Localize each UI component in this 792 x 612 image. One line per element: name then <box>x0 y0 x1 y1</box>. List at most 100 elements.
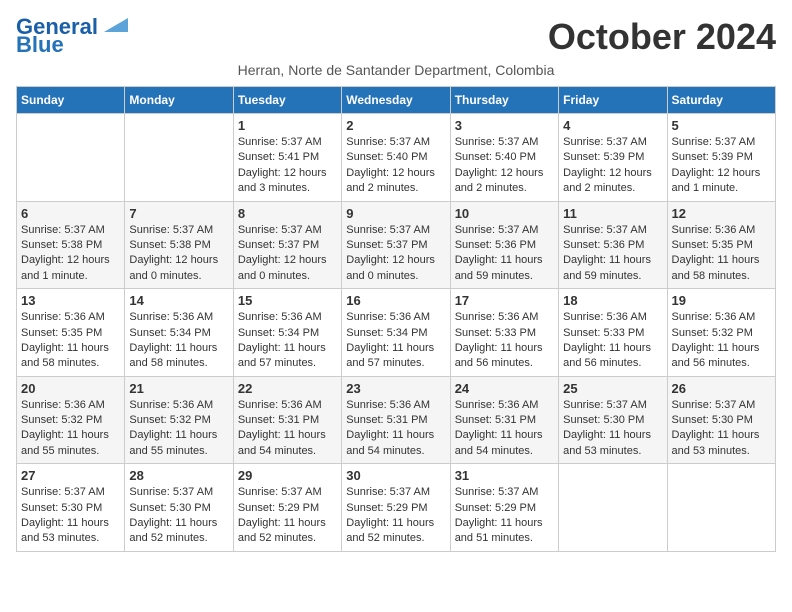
calendar-cell: 22 Sunrise: 5:36 AM Sunset: 5:31 PM Dayli… <box>233 376 341 464</box>
month-title: October 2024 <box>548 16 776 58</box>
day-number: 18 <box>563 293 662 308</box>
day-number: 4 <box>563 118 662 133</box>
day-number: 9 <box>346 206 445 221</box>
calendar-cell <box>559 464 667 552</box>
day-info: Sunrise: 5:37 AM Sunset: 5:37 PM Dayligh… <box>238 223 337 285</box>
calendar-cell: 28Sunrise: 5:37 AM Sunset: 5:30 PM Dayli… <box>125 464 233 552</box>
day-number: 2 <box>346 118 445 133</box>
day-number: 19 <box>672 293 771 308</box>
day-number: 22 <box>238 381 337 396</box>
calendar-cell <box>17 114 125 202</box>
day-info: Sunrise: 5:37 AM Sunset: 5:29 PM Dayligh… <box>238 485 337 547</box>
calendar-cell: 14 Sunrise: 5:36 AM Sunset: 5:34 PM Dayli… <box>125 289 233 377</box>
calendar-cell: 2 Sunrise: 5:37 AM Sunset: 5:40 PM Daylig… <box>342 114 450 202</box>
day-number: 29 <box>238 468 337 483</box>
day-info: Sunrise: 5:37 AM Sunset: 5:37 PM Dayligh… <box>346 223 445 285</box>
day-info: Sunrise: 5:37 AM Sunset: 5:29 PM Dayligh… <box>455 485 554 547</box>
calendar-cell: 21 Sunrise: 5:36 AM Sunset: 5:32 PM Dayli… <box>125 376 233 464</box>
day-info: Sunrise: 5:36 AM Sunset: 5:32 PM Dayligh… <box>672 310 771 372</box>
calendar-cell: 12 Sunrise: 5:36 AM Sunset: 5:35 PM Dayli… <box>667 201 775 289</box>
day-info: Sunrise: 5:37 AM Sunset: 5:36 PM Dayligh… <box>563 223 662 285</box>
day-info: Sunrise: 5:36 AM Sunset: 5:31 PM Dayligh… <box>346 398 445 460</box>
day-info: Sunrise: 5:36 AM Sunset: 5:31 PM Dayligh… <box>238 398 337 460</box>
calendar-cell: 20Sunrise: 5:36 AM Sunset: 5:32 PM Dayli… <box>17 376 125 464</box>
day-number: 15 <box>238 293 337 308</box>
logo: General Blue <box>16 16 128 56</box>
calendar-cell: 31 Sunrise: 5:37 AM Sunset: 5:29 PM Dayli… <box>450 464 558 552</box>
calendar-cell: 10 Sunrise: 5:37 AM Sunset: 5:36 PM Dayli… <box>450 201 558 289</box>
day-header-thursday: Thursday <box>450 87 558 114</box>
day-info: Sunrise: 5:36 AM Sunset: 5:34 PM Dayligh… <box>129 310 228 372</box>
day-number: 10 <box>455 206 554 221</box>
day-number: 6 <box>21 206 120 221</box>
day-header-saturday: Saturday <box>667 87 775 114</box>
day-info: Sunrise: 5:37 AM Sunset: 5:30 PM Dayligh… <box>129 485 228 547</box>
day-number: 25 <box>563 381 662 396</box>
calendar-cell: 4 Sunrise: 5:37 AM Sunset: 5:39 PM Daylig… <box>559 114 667 202</box>
calendar-cell: 24Sunrise: 5:36 AM Sunset: 5:31 PM Dayli… <box>450 376 558 464</box>
day-number: 13 <box>21 293 120 308</box>
logo-arrow-icon <box>100 14 128 36</box>
day-number: 11 <box>563 206 662 221</box>
calendar-cell <box>125 114 233 202</box>
calendar-cell: 25 Sunrise: 5:37 AM Sunset: 5:30 PM Dayli… <box>559 376 667 464</box>
day-number: 7 <box>129 206 228 221</box>
calendar-cell: 3 Sunrise: 5:37 AM Sunset: 5:40 PM Daylig… <box>450 114 558 202</box>
day-number: 16 <box>346 293 445 308</box>
calendar-cell: 17Sunrise: 5:36 AM Sunset: 5:33 PM Dayli… <box>450 289 558 377</box>
day-number: 31 <box>455 468 554 483</box>
day-info: Sunrise: 5:37 AM Sunset: 5:39 PM Dayligh… <box>672 135 771 197</box>
calendar-cell: 15 Sunrise: 5:36 AM Sunset: 5:34 PM Dayli… <box>233 289 341 377</box>
day-number: 17 <box>455 293 554 308</box>
day-info: Sunrise: 5:37 AM Sunset: 5:29 PM Dayligh… <box>346 485 445 547</box>
day-header-sunday: Sunday <box>17 87 125 114</box>
day-info: Sunrise: 5:37 AM Sunset: 5:30 PM Dayligh… <box>21 485 120 547</box>
day-info: Sunrise: 5:37 AM Sunset: 5:40 PM Dayligh… <box>455 135 554 197</box>
day-header-friday: Friday <box>559 87 667 114</box>
day-info: Sunrise: 5:36 AM Sunset: 5:32 PM Dayligh… <box>129 398 228 460</box>
calendar-cell: 8 Sunrise: 5:37 AM Sunset: 5:37 PM Daylig… <box>233 201 341 289</box>
day-number: 23 <box>346 381 445 396</box>
day-number: 21 <box>129 381 228 396</box>
day-info: Sunrise: 5:37 AM Sunset: 5:30 PM Dayligh… <box>672 398 771 460</box>
day-info: Sunrise: 5:37 AM Sunset: 5:36 PM Dayligh… <box>455 223 554 285</box>
calendar-cell: 19 Sunrise: 5:36 AM Sunset: 5:32 PM Dayli… <box>667 289 775 377</box>
calendar-cell: 23 Sunrise: 5:36 AM Sunset: 5:31 PM Dayli… <box>342 376 450 464</box>
calendar-cell <box>667 464 775 552</box>
day-header-tuesday: Tuesday <box>233 87 341 114</box>
day-info: Sunrise: 5:37 AM Sunset: 5:38 PM Dayligh… <box>129 223 228 285</box>
day-info: Sunrise: 5:37 AM Sunset: 5:38 PM Dayligh… <box>21 223 120 285</box>
day-number: 5 <box>672 118 771 133</box>
day-number: 1 <box>238 118 337 133</box>
day-number: 30 <box>346 468 445 483</box>
location-title: Herran, Norte de Santander Department, C… <box>16 62 776 78</box>
calendar-cell: 13 Sunrise: 5:36 AM Sunset: 5:35 PM Dayli… <box>17 289 125 377</box>
logo-blue-text: Blue <box>16 34 64 56</box>
calendar-table: SundayMondayTuesdayWednesdayThursdayFrid… <box>16 86 776 552</box>
day-number: 27 <box>21 468 120 483</box>
day-header-wednesday: Wednesday <box>342 87 450 114</box>
day-info: Sunrise: 5:36 AM Sunset: 5:35 PM Dayligh… <box>21 310 120 372</box>
calendar-cell: 27 Sunrise: 5:37 AM Sunset: 5:30 PM Dayli… <box>17 464 125 552</box>
calendar-cell: 9 Sunrise: 5:37 AM Sunset: 5:37 PM Daylig… <box>342 201 450 289</box>
calendar-cell: 18 Sunrise: 5:36 AM Sunset: 5:33 PM Dayli… <box>559 289 667 377</box>
day-info: Sunrise: 5:36 AM Sunset: 5:35 PM Dayligh… <box>672 223 771 285</box>
day-info: Sunrise: 5:37 AM Sunset: 5:41 PM Dayligh… <box>238 135 337 197</box>
day-info: Sunrise: 5:36 AM Sunset: 5:34 PM Dayligh… <box>238 310 337 372</box>
day-info: Sunrise: 5:37 AM Sunset: 5:40 PM Dayligh… <box>346 135 445 197</box>
day-number: 26 <box>672 381 771 396</box>
day-info: Sunrise: 5:36 AM Sunset: 5:31 PM Dayligh… <box>455 398 554 460</box>
calendar-cell: 30 Sunrise: 5:37 AM Sunset: 5:29 PM Dayli… <box>342 464 450 552</box>
calendar-cell: 6 Sunrise: 5:37 AM Sunset: 5:38 PM Daylig… <box>17 201 125 289</box>
calendar-cell: 26 Sunrise: 5:37 AM Sunset: 5:30 PM Dayli… <box>667 376 775 464</box>
day-info: Sunrise: 5:36 AM Sunset: 5:32 PM Dayligh… <box>21 398 120 460</box>
day-number: 3 <box>455 118 554 133</box>
calendar-cell: 29 Sunrise: 5:37 AM Sunset: 5:29 PM Dayli… <box>233 464 341 552</box>
day-info: Sunrise: 5:37 AM Sunset: 5:30 PM Dayligh… <box>563 398 662 460</box>
day-info: Sunrise: 5:37 AM Sunset: 5:39 PM Dayligh… <box>563 135 662 197</box>
calendar-cell: 11 Sunrise: 5:37 AM Sunset: 5:36 PM Dayli… <box>559 201 667 289</box>
day-number: 14 <box>129 293 228 308</box>
day-info: Sunrise: 5:36 AM Sunset: 5:33 PM Dayligh… <box>563 310 662 372</box>
day-number: 8 <box>238 206 337 221</box>
day-number: 12 <box>672 206 771 221</box>
